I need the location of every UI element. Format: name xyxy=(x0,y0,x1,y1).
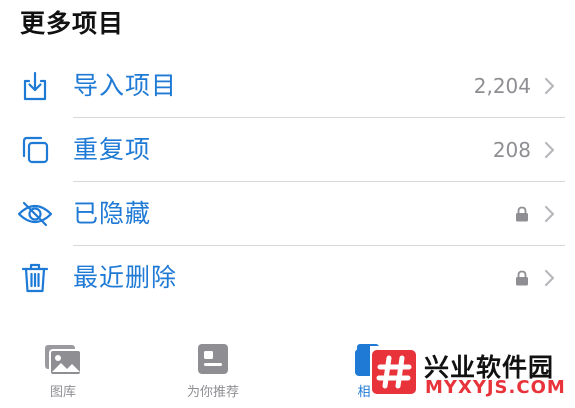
watermark-subtitle: MYXYJS.COM xyxy=(425,377,566,398)
list-item-label: 重复项 xyxy=(73,135,152,164)
chevron-right-icon xyxy=(544,269,555,287)
tab-library[interactable]: 图库 xyxy=(13,343,113,407)
photo-library-icon xyxy=(45,345,82,376)
list-item-label: 已隐藏 xyxy=(73,199,152,228)
list-item-recently-deleted[interactable]: 最近删除 xyxy=(0,246,575,310)
more-items-list: 导入项目 2,204 重复项 208 已隐藏 最近删除 xyxy=(0,54,575,310)
item-count: 2,204 xyxy=(473,74,531,98)
eye-slash-icon xyxy=(17,197,53,231)
list-item-label: 导入项目 xyxy=(73,71,178,100)
section-title: 更多项目 xyxy=(20,9,125,38)
for-you-icon xyxy=(198,344,228,374)
list-item-hidden[interactable]: 已隐藏 xyxy=(0,182,575,246)
duplicates-icon xyxy=(17,133,53,167)
lock-icon xyxy=(516,206,528,222)
list-item-imports[interactable]: 导入项目 2,204 xyxy=(0,54,575,118)
import-icon xyxy=(17,69,53,103)
watermark-logo xyxy=(372,350,416,394)
tab-for-you[interactable]: 为你推荐 xyxy=(163,343,263,407)
item-count: 208 xyxy=(492,138,531,162)
watermark: 兴业软件园 MYXYJS.COM xyxy=(370,346,575,402)
chevron-right-icon xyxy=(544,141,555,159)
list-item-duplicates[interactable]: 重复项 208 xyxy=(0,118,575,182)
tab-label: 为你推荐 xyxy=(186,385,239,400)
list-item-label: 最近删除 xyxy=(73,263,178,292)
tab-label: 图库 xyxy=(49,385,76,400)
chevron-right-icon xyxy=(544,205,555,223)
lock-icon xyxy=(516,270,528,286)
chevron-right-icon xyxy=(544,77,555,95)
trash-icon xyxy=(17,261,53,295)
